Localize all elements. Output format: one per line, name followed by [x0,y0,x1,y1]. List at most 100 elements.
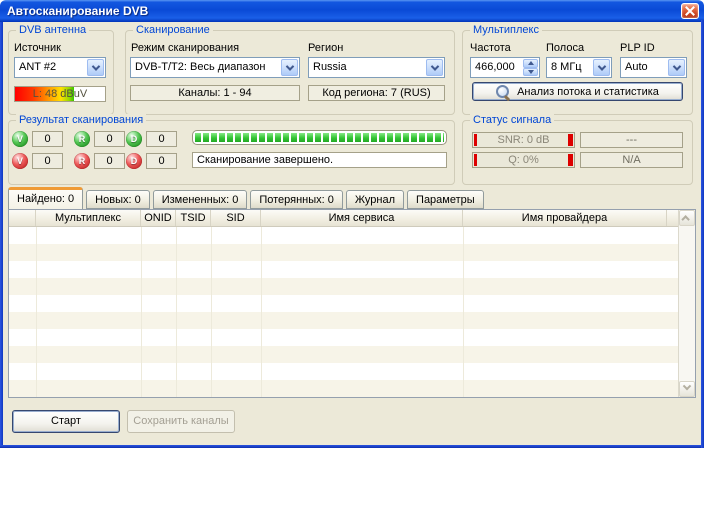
source-value: ANT #2 [19,61,86,73]
column-header-tsid[interactable]: TSID [176,210,211,226]
scroll-up-button[interactable] [679,210,695,226]
status-ball-icon: R [74,153,90,169]
region-label: Регион [308,42,343,54]
multiplex-group-title: Мультиплекс [470,24,542,36]
counter-field: 0 [94,131,125,147]
plp-id-dropdown-button[interactable] [668,59,685,76]
analyze-stream-button-label: Анализ потока и статистика [517,86,659,98]
table-row [9,363,678,380]
tab-changed[interactable]: Измененных: 0 [153,190,248,209]
frequency-value: 466,000 [475,61,520,73]
result-tabs: Найдено: 0 Новых: 0 Измененных: 0 Потеря… [8,187,487,209]
column-header-sid[interactable]: SID [211,210,261,226]
level-text: L: 48 dBuV [15,87,105,101]
chevron-down-icon [430,62,438,70]
column-header-filler [667,210,678,226]
chevron-down-icon [597,62,605,70]
table-row [9,244,678,261]
titlebar[interactable]: Автосканирование DVB [0,0,704,22]
counter-field: 0 [32,131,63,147]
table-row [9,312,678,329]
signal-level-meter: L: 48 dBuV [14,86,106,102]
search-icon [496,85,510,99]
quality-bar: Q: 0% [472,152,575,168]
column-header-service-name[interactable]: Имя сервиса [261,210,463,226]
table-row [9,278,678,295]
frequency-label: Частота [470,42,511,54]
snr-value-field: --- [580,132,683,148]
status-ball-icon: V [12,153,28,169]
tab-lost[interactable]: Потерянных: 0 [250,190,343,209]
source-label: Источник [14,42,61,54]
table-row [9,380,678,397]
column-header-multiplex[interactable]: Мультиплекс [36,210,141,226]
tab-found[interactable]: Найдено: 0 [8,187,83,209]
vertical-scrollbar[interactable] [678,210,695,397]
arrow-down-icon [528,70,534,74]
status-ball-icon: D [126,153,142,169]
scan-mode-label: Режим сканирования [131,42,239,54]
status-ball-icon: R [74,131,90,147]
analyze-stream-button[interactable]: Анализ потока и статистика [472,82,683,101]
table-row [9,261,678,278]
scan-group-title: Сканирование [133,24,213,36]
snr-bar: SNR: 0 dB [472,132,575,148]
column-header-provider-name[interactable]: Имя провайдера [463,210,667,226]
save-channels-button: Сохранить каналы [127,410,235,433]
scan-progress-bar [192,130,447,145]
tab-new[interactable]: Новых: 0 [86,190,150,209]
plp-id-value: Auto [625,61,667,73]
column-header-checkbox[interactable] [9,210,36,226]
close-button[interactable] [681,3,699,19]
chevron-down-icon [683,382,691,390]
scan-mode-combobox[interactable]: DVB-T/T2: Весь диапазон [130,57,300,78]
table-row [9,346,678,363]
tab-parameters[interactable]: Параметры [407,190,484,209]
chevron-down-icon [285,62,293,70]
region-code-field: Код региона: 7 (RUS) [308,85,445,101]
source-dropdown-button[interactable] [87,59,104,76]
channels-table: Мультиплекс ONID TSID SID Имя сервиса Им… [8,209,696,398]
arrow-up-icon [528,61,534,65]
plp-id-label: PLP ID [620,42,655,54]
bandwidth-label: Полоса [546,42,584,54]
screen: Автосканирование DVB DVB антенна Источни… [0,0,704,512]
counter-field: 0 [146,131,177,147]
frequency-spinner[interactable]: 466,000 [470,57,540,78]
dvb-autoscan-window: Автосканирование DVB DVB антенна Источни… [0,0,704,448]
status-ball-icon: D [126,131,142,147]
chevron-up-icon [681,215,689,223]
table-header: Мультиплекс ONID TSID SID Имя сервиса Им… [9,210,678,227]
table-row [9,227,678,244]
counter-field: 0 [146,153,177,169]
bandwidth-combobox[interactable]: 8 МГц [546,57,612,78]
bandwidth-dropdown-button[interactable] [593,59,610,76]
chevron-down-icon [672,62,680,70]
window-title: Автосканирование DVB [7,4,148,18]
counter-field: 0 [94,153,125,169]
table-row [9,295,678,312]
close-icon [685,6,695,16]
region-combobox[interactable]: Russia [308,57,445,78]
spinner-up-button[interactable] [523,59,538,68]
channels-range-field: Каналы: 1 - 94 [130,85,300,101]
bandwidth-value: 8 МГц [551,61,592,73]
chevron-down-icon [91,62,99,70]
column-header-onid[interactable]: ONID [141,210,176,226]
source-combobox[interactable]: ANT #2 [14,57,106,78]
antenna-group-title: DVB антенна [16,24,89,36]
start-button[interactable]: Старт [12,410,120,433]
scan-mode-dropdown-button[interactable] [281,59,298,76]
progress-fill [195,133,444,142]
spinner-down-button[interactable] [523,68,538,77]
window-bottom-border [0,445,704,448]
table-body [9,227,678,397]
scroll-down-button[interactable] [679,381,695,397]
scan-status-field: Сканирование завершено. [192,152,447,168]
plp-id-combobox[interactable]: Auto [620,57,687,78]
region-dropdown-button[interactable] [426,59,443,76]
tab-log[interactable]: Журнал [346,190,404,209]
counter-field: 0 [32,153,63,169]
quality-value-field: N/A [580,152,683,168]
scan-result-group-title: Результат сканирования [16,114,146,126]
